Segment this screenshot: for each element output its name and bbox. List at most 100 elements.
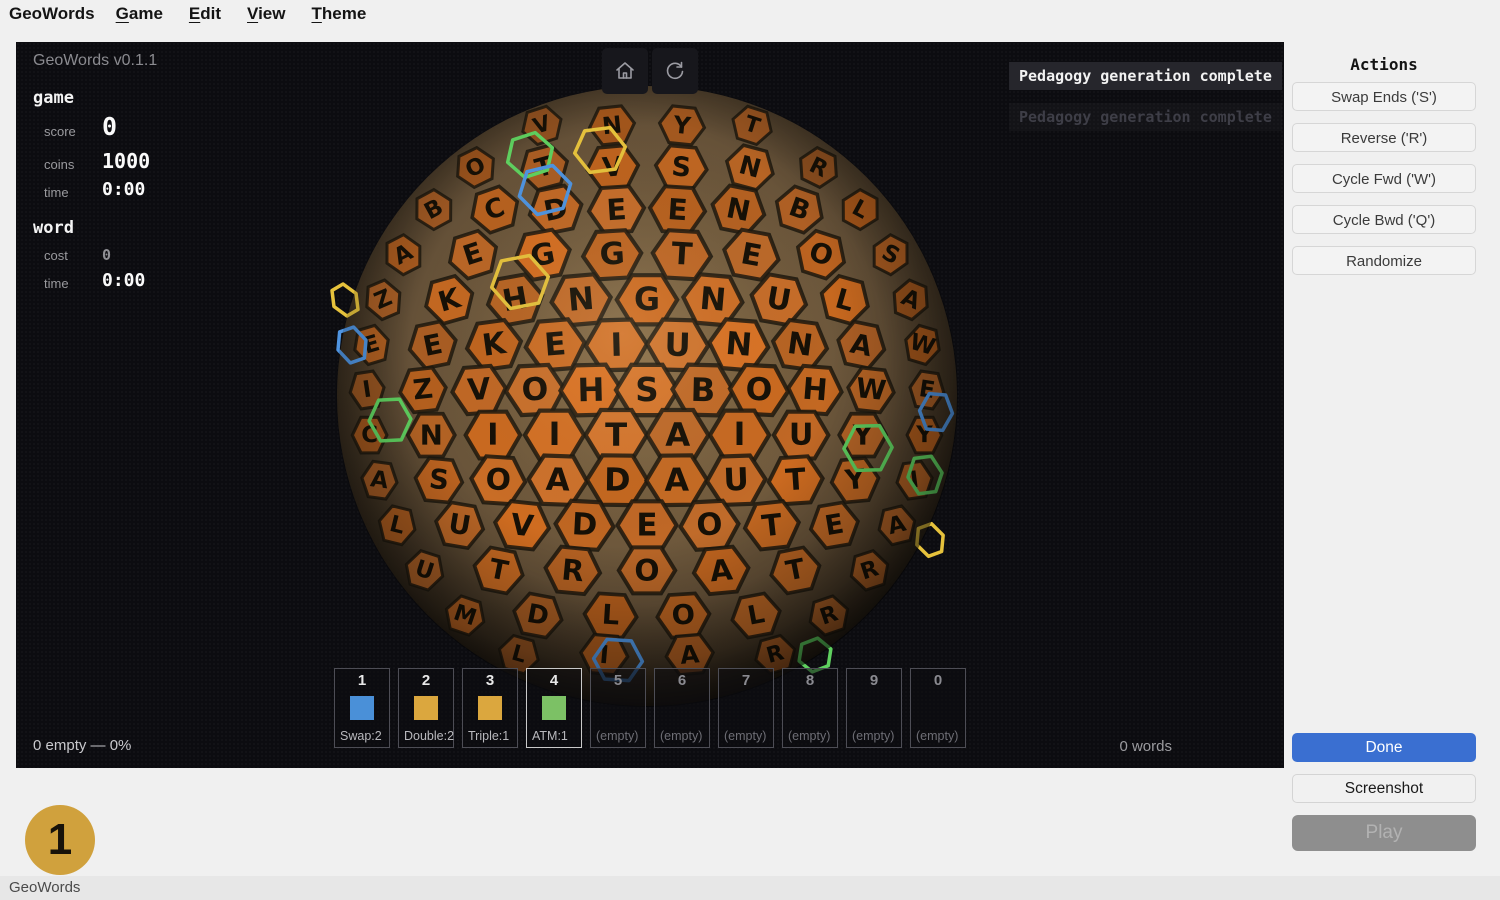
- svg-text:N: N: [420, 419, 443, 452]
- slot-label: Triple:1: [468, 729, 510, 743]
- svg-text:O: O: [485, 462, 513, 499]
- slot-number: 6: [677, 672, 687, 689]
- game-time-label: time: [44, 185, 69, 200]
- slot-9[interactable]: 9 (empty): [846, 668, 902, 748]
- slot-6[interactable]: 6 (empty): [654, 668, 710, 748]
- hex-tile-O[interactable]: O: [616, 545, 678, 596]
- menu-item-theme[interactable]: Theme: [311, 4, 366, 23]
- hex-tile-T[interactable]: T: [582, 407, 650, 463]
- slot-7[interactable]: 7 (empty): [718, 668, 774, 748]
- home-button[interactable]: [602, 48, 648, 94]
- svg-text:T: T: [670, 237, 693, 273]
- action-reverse-r[interactable]: Reverse ('R'): [1292, 123, 1476, 152]
- game-time-value: 0:00: [102, 179, 146, 200]
- svg-text:I: I: [610, 326, 623, 364]
- slot-label: (empty): [916, 729, 959, 743]
- svg-text:N: N: [601, 110, 624, 140]
- svg-text:S: S: [428, 464, 451, 497]
- svg-text:E: E: [666, 192, 688, 227]
- svg-text:L: L: [601, 599, 620, 631]
- slot-4[interactable]: 4 ATM:1: [526, 668, 582, 748]
- letter-sphere[interactable]: V N Y TO T V S N RB C D E E N B LA E G G T E O SZ K H N G N U L AE E K E I…: [16, 42, 1284, 768]
- hex-tile-U[interactable]: U: [771, 409, 831, 461]
- svg-text:S: S: [670, 151, 692, 184]
- refresh-button[interactable]: [652, 48, 698, 94]
- play-button[interactable]: Play: [1292, 815, 1476, 851]
- menu-item-game[interactable]: Game: [116, 4, 163, 23]
- hex-tile-I[interactable]: I: [463, 409, 523, 461]
- hex-tile-G[interactable]: G: [614, 273, 680, 327]
- menu-item-view[interactable]: View: [247, 4, 285, 23]
- slot-item-swatch: [414, 696, 438, 720]
- action-swap-ends-s[interactable]: Swap Ends ('S'): [1292, 82, 1476, 111]
- slot-label: (empty): [724, 729, 767, 743]
- hex-tile-D[interactable]: D: [584, 453, 651, 508]
- slot-0[interactable]: 0 (empty): [910, 668, 966, 748]
- hex-tile-A[interactable]: A: [644, 407, 712, 463]
- svg-text:A: A: [679, 639, 701, 670]
- action-cycle-fwd-w[interactable]: Cycle Fwd ('W'): [1292, 164, 1476, 193]
- menu-item-edit[interactable]: Edit: [189, 4, 221, 23]
- svg-text:Y: Y: [852, 419, 874, 452]
- slot-label: Swap:2: [340, 729, 382, 743]
- slot-number: 0: [933, 672, 943, 689]
- slot-label: (empty): [660, 729, 703, 743]
- cost-value: 0: [102, 246, 112, 264]
- slot-label: (empty): [596, 729, 639, 743]
- svg-text:H: H: [801, 372, 829, 409]
- svg-text:B: B: [690, 371, 716, 410]
- svg-text:O: O: [671, 599, 696, 631]
- version-label: GeoWords v0.1.1: [33, 52, 158, 69]
- svg-text:R: R: [560, 552, 585, 588]
- svg-text:A: A: [664, 462, 689, 499]
- screenshot-button[interactable]: Screenshot: [1292, 774, 1476, 803]
- slot-number: 8: [805, 672, 815, 689]
- svg-text:U: U: [723, 462, 750, 499]
- score-value: 0: [102, 112, 118, 141]
- action-randomize[interactable]: Randomize: [1292, 246, 1476, 275]
- svg-text:Y: Y: [671, 110, 693, 140]
- word-count-label: 0 words: [1119, 738, 1172, 755]
- slot-label: ATM:1: [532, 729, 568, 743]
- slot-2[interactable]: 2 Double:2: [398, 668, 454, 748]
- hex-tile-N[interactable]: N: [405, 411, 457, 459]
- hex-tile-A[interactable]: A: [643, 453, 710, 508]
- svg-text:N: N: [567, 281, 596, 319]
- svg-text:O: O: [634, 553, 659, 587]
- word-heading: word: [33, 218, 74, 238]
- hex-tile-S[interactable]: S: [613, 362, 681, 418]
- slot-number: 3: [485, 672, 495, 689]
- action-cycle-bwd-q[interactable]: Cycle Bwd ('Q'): [1292, 205, 1476, 234]
- svg-text:N: N: [698, 281, 727, 319]
- slot-item-swatch: [350, 696, 374, 720]
- slot-label: (empty): [852, 729, 895, 743]
- svg-text:U: U: [789, 418, 814, 453]
- game-heading: game: [33, 88, 74, 108]
- slot-item-swatch: [542, 696, 566, 720]
- coins-value: 1000: [102, 149, 151, 173]
- slot-number: 2: [421, 672, 431, 689]
- hex-tile-E[interactable]: E: [615, 499, 679, 552]
- hex-tile-I[interactable]: I: [707, 408, 772, 462]
- slot-number: 4: [549, 672, 559, 689]
- svg-text:O: O: [521, 371, 549, 408]
- app-title: GeoWords: [9, 4, 95, 23]
- slot-label: Double:2: [404, 729, 455, 743]
- hex-tile-I[interactable]: I: [522, 408, 587, 462]
- done-button[interactable]: Done: [1292, 733, 1476, 762]
- slot-8[interactable]: 8 (empty): [782, 668, 838, 748]
- game-canvas[interactable]: VNYTOTVSNRBCDEENBLAEGGTEOSZKHNGNULAEEKEI…: [16, 42, 1284, 768]
- coins-label: coins: [44, 157, 75, 172]
- svg-text:D: D: [604, 462, 631, 499]
- word-time-value: 0:00: [102, 270, 146, 291]
- svg-text:I: I: [549, 417, 561, 453]
- svg-text:E: E: [605, 192, 627, 227]
- svg-text:G: G: [599, 236, 626, 272]
- svg-text:V: V: [509, 507, 536, 543]
- svg-text:D: D: [571, 507, 598, 543]
- refresh-icon: [666, 61, 684, 80]
- slot-5[interactable]: 5 (empty): [590, 668, 646, 748]
- empty-percent-label: 0 empty — 0%: [33, 737, 132, 754]
- slot-1[interactable]: 1 Swap:2: [334, 668, 390, 748]
- slot-3[interactable]: 3 Triple:1: [462, 668, 518, 748]
